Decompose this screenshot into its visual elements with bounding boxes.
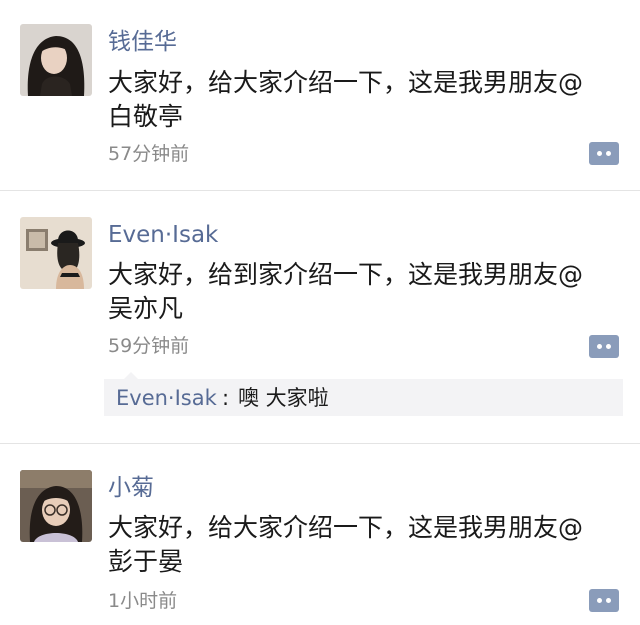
comment-text[interactable]: 噢 大家啦 [238,384,329,412]
comment-dots-icon-dot [606,151,611,156]
post-content-line: 大家好，给到家介绍一下，这是我男朋友@ [108,260,584,289]
post-content-line: 吴亦凡 [108,294,184,323]
post-content: 大家好，给大家介绍一下，这是我男朋友@ 彭于晏 [108,511,613,579]
post-content-line: 彭于晏 [108,547,184,576]
post-content-line: 大家好，给大家介绍一下，这是我男朋友@ [108,68,584,97]
post-content-line: 白敬亭 [108,102,184,131]
avatar-girl-glasses-photo-icon [20,470,92,542]
comment-button[interactable] [589,335,619,358]
post-time: 1小时前 [108,590,178,612]
comment-dots-icon [597,151,602,156]
avatar[interactable] [20,470,92,542]
post-content: 大家好，给到家介绍一下，这是我男朋友@ 吴亦凡 [108,258,613,326]
post-item: Even·Isak 大家好，给到家介绍一下，这是我男朋友@ 吴亦凡 59分钟前 … [0,191,640,443]
post-time: 59分钟前 [108,335,190,357]
avatar-girl-long-hair-photo-icon [20,24,92,96]
comment-author[interactable]: Even·Isak [116,384,217,412]
post-item: 钱佳华 大家好，给大家介绍一下，这是我男朋友@ 白敬亭 57分钟前 [0,0,640,190]
comment-dots-icon [597,344,602,349]
post-content-line: 大家好，给大家介绍一下，这是我男朋友@ [108,513,584,542]
post-content: 大家好，给大家介绍一下，这是我男朋友@ 白敬亭 [108,66,613,134]
post-time: 57分钟前 [108,143,190,165]
comment-button[interactable] [589,142,619,165]
post-author[interactable]: 钱佳华 [108,27,177,57]
post-author[interactable]: Even·Isak [108,220,218,250]
post-author[interactable]: 小菊 [108,473,154,503]
comment-dots-icon [597,598,602,603]
avatar-woman-black-hat-photo-icon [20,217,92,289]
comment-box-pointer [124,372,138,379]
moments-feed: 钱佳华 大家好，给大家介绍一下，这是我男朋友@ 白敬亭 57分钟前 Even·I… [0,0,640,625]
comment-dots-icon-dot [606,344,611,349]
comment-separator: : [222,386,230,410]
avatar[interactable] [20,24,92,96]
comment-dots-icon-dot [606,598,611,603]
post-item: 小菊 大家好，给大家介绍一下，这是我男朋友@ 彭于晏 1小时前 [0,444,640,625]
comment-box: Even·Isak : 噢 大家啦 [104,372,623,416]
avatar[interactable] [20,217,92,289]
comment-button[interactable] [589,589,619,612]
